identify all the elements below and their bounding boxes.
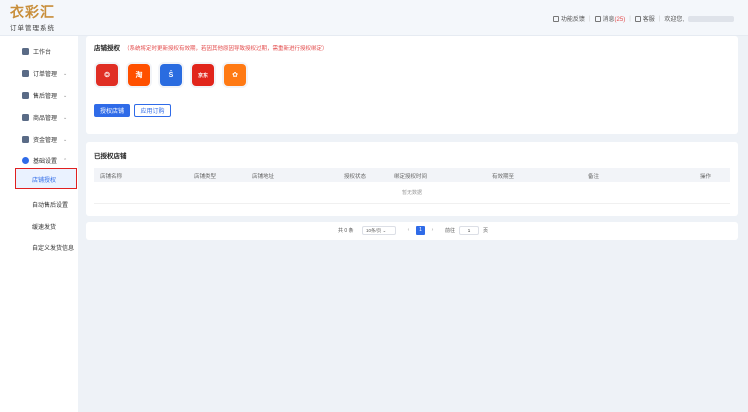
divider: | bbox=[588, 15, 591, 22]
divider: | bbox=[629, 15, 631, 22]
product-icon bbox=[22, 114, 29, 121]
chevron-down-icon: ⌄ bbox=[63, 114, 68, 121]
sidebar-item-basic-settings[interactable]: 基础设置 ⌃ bbox=[22, 156, 67, 165]
home-icon bbox=[22, 48, 29, 55]
top-right-menu: 功能反馈 | 消息(25) | 客服 | 欢迎您, bbox=[552, 14, 734, 23]
page-size-select[interactable]: 10条/页 ⌄ bbox=[362, 226, 396, 235]
page-number-current[interactable]: 1 bbox=[416, 226, 425, 235]
shop-auth-title: 店铺授权 bbox=[94, 45, 120, 52]
sidebar-item-products[interactable]: 商品管理 ⌄ bbox=[22, 113, 67, 122]
sidebar-subitem-label: 店铺授权 bbox=[32, 178, 57, 184]
sidebar-subitem-auto-after-sales[interactable]: 自动售后设置 bbox=[32, 200, 68, 209]
multi-store-icon[interactable]: ✿ bbox=[224, 64, 246, 86]
sidebar-subitem-custom-shipping-info[interactable]: 自定义发货信息 bbox=[32, 243, 74, 252]
sidebar-item-label: 售后管理 bbox=[33, 94, 58, 100]
sidebar-item-label: 资金管理 bbox=[33, 138, 58, 144]
app-order-button[interactable]: 应用订购 bbox=[134, 104, 171, 117]
sidebar-subitem-shop-auth[interactable]: 店铺授权 bbox=[15, 168, 77, 189]
feedback-link[interactable]: 功能反馈 bbox=[552, 14, 585, 23]
chevron-up-icon: ⌃ bbox=[63, 157, 68, 164]
column-header: 店铺地址 bbox=[252, 174, 275, 180]
column-header: 有效期至 bbox=[492, 174, 515, 180]
welcome-text: 欢迎您, bbox=[664, 17, 684, 23]
authorized-shops-title: 已授权店铺 bbox=[94, 153, 127, 160]
sidebar-item-workbench[interactable]: 工作台 bbox=[22, 47, 51, 56]
jd-icon[interactable]: 京东 bbox=[192, 64, 214, 86]
chevron-down-icon: ⌄ bbox=[63, 92, 68, 99]
sidebar-subitem-slow-shipping[interactable]: 缓速发货 bbox=[32, 222, 56, 231]
logo-main-text: 衣彩汇 bbox=[10, 5, 55, 21]
shop-auth-note: （系统将定时更新授权有效期，若因其他原因导致授权过期，需重新进行授权绑定） bbox=[124, 46, 328, 52]
message-link[interactable]: 消息(25) bbox=[594, 14, 626, 23]
pinduoduo-icon[interactable]: ❂ bbox=[96, 64, 118, 86]
username-redacted[interactable] bbox=[688, 15, 734, 22]
chevron-down-icon: ⌄ bbox=[63, 70, 68, 77]
sidebar-item-orders[interactable]: 订单管理 ⌄ bbox=[22, 69, 67, 78]
pagination: 共 0 条 10条/页 ⌄ ‹ 1 › 前往 1 页 bbox=[86, 222, 738, 240]
bell-icon bbox=[594, 16, 601, 22]
authorized-shops-card: 已授权店铺 店铺名称 店铺类型 店铺地址 授权状态 绑定授权时间 有效期至 备注… bbox=[86, 142, 738, 216]
handshake-icon bbox=[22, 92, 29, 99]
column-header: 备注 bbox=[588, 174, 600, 180]
page-suffix: 页 bbox=[483, 228, 489, 234]
gear-icon bbox=[22, 157, 29, 164]
shield-icon bbox=[22, 136, 29, 143]
sidebar-item-label: 基础设置 bbox=[33, 159, 58, 165]
sidebar-item-after-sales[interactable]: 售后管理 ⌄ bbox=[22, 91, 67, 100]
authorize-shop-button[interactable]: 授权店铺 bbox=[94, 104, 130, 117]
service-label: 客服 bbox=[642, 17, 655, 23]
shop-auth-card: 店铺授权 （系统将定时更新授权有效期，若因其他原因导致授权过期，需重新进行授权绑定… bbox=[86, 36, 738, 134]
order-icon bbox=[22, 70, 29, 77]
message-label: 消息 bbox=[602, 17, 615, 23]
column-header: 店铺类型 bbox=[194, 174, 217, 180]
logo-sub-text: 订单管理系统 bbox=[10, 25, 55, 32]
empty-state: 暂无数据 bbox=[94, 182, 730, 204]
sidebar-item-label: 订单管理 bbox=[33, 72, 58, 78]
taobao-icon[interactable]: 淘 bbox=[128, 64, 150, 86]
goto-label: 前往 bbox=[445, 228, 456, 234]
prev-page-button[interactable]: ‹ bbox=[404, 226, 413, 235]
chevron-down-icon: ⌄ bbox=[63, 136, 68, 143]
column-header: 授权状态 bbox=[344, 174, 367, 180]
column-header: 绑定授权时间 bbox=[394, 174, 428, 180]
table-header: 店铺名称 店铺类型 店铺地址 授权状态 绑定授权时间 有效期至 备注 操作 bbox=[94, 168, 730, 182]
app-logo[interactable]: 衣彩汇 订单管理系统 bbox=[10, 6, 72, 32]
sidebar-item-label: 商品管理 bbox=[33, 116, 58, 122]
top-bar: 衣彩汇 订单管理系统 功能反馈 | 消息(25) | 客服 | 欢迎您, bbox=[0, 0, 748, 36]
goto-page-input[interactable]: 1 bbox=[459, 226, 479, 235]
edit-icon bbox=[552, 16, 559, 22]
divider: | bbox=[658, 15, 661, 22]
service-link[interactable]: 客服 bbox=[634, 14, 655, 23]
message-count: (25) bbox=[614, 17, 626, 23]
next-page-button[interactable]: › bbox=[428, 226, 437, 235]
sidebar-item-label: 工作台 bbox=[33, 50, 52, 56]
card-title: 店铺授权 （系统将定时更新授权有效期，若因其他原因导致授权过期，需重新进行授权绑定… bbox=[94, 42, 328, 52]
page-size-value: 10条/页 bbox=[366, 228, 382, 233]
headset-icon bbox=[634, 16, 641, 22]
feedback-label: 功能反馈 bbox=[560, 17, 585, 23]
column-header: 操作 bbox=[700, 174, 712, 180]
total-count: 共 0 条 bbox=[338, 228, 354, 234]
column-header: 店铺名称 bbox=[100, 174, 123, 180]
kuaishou-icon[interactable]: Ŝ bbox=[160, 64, 182, 86]
sidebar-item-funds[interactable]: 资金管理 ⌄ bbox=[22, 135, 67, 144]
platform-icon-list: ❂ 淘 Ŝ 京东 ✿ bbox=[96, 64, 246, 86]
